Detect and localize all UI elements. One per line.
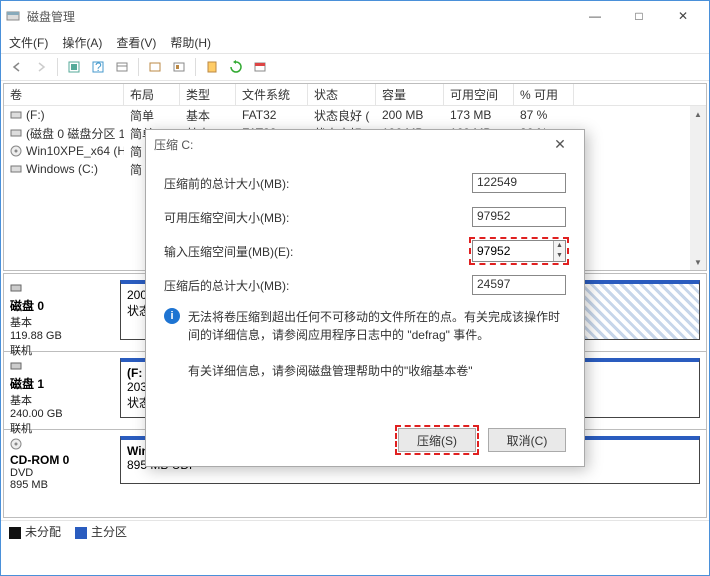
toolbar: ? <box>1 53 709 81</box>
dialog-title: 压缩 C: <box>154 136 544 153</box>
col-free[interactable]: 可用空间 <box>444 84 514 105</box>
shrink-amount-value[interactable] <box>473 244 553 258</box>
col-fs[interactable]: 文件系统 <box>236 84 308 105</box>
shrink-amount-input[interactable]: ▲▼ <box>472 240 566 262</box>
scroll-down-icon[interactable]: ▼ <box>690 254 706 270</box>
menu-action[interactable]: 操作(A) <box>62 34 102 51</box>
cd-icon <box>10 145 22 157</box>
menu-view[interactable]: 查看(V) <box>116 34 156 51</box>
disk-info: CD-ROM 0 DVD895 MB <box>4 436 120 492</box>
toolbar-btn-4[interactable] <box>145 57 165 77</box>
scroll-up-icon[interactable]: ▲ <box>690 106 706 122</box>
menu-file[interactable]: 文件(F) <box>9 34 48 51</box>
scrollbar[interactable]: ▲ ▼ <box>690 106 706 270</box>
info-text-2: 有关详细信息，请参阅磁盘管理帮助中的"收缩基本卷" <box>188 362 566 379</box>
toolbar-btn-5[interactable] <box>169 57 189 77</box>
window-titlebar: 磁盘管理 — □ ✕ <box>1 1 709 31</box>
legend: 未分配 主分区 <box>1 520 709 542</box>
label-shrink-input: 输入压缩空间量(MB)(E): <box>164 243 344 260</box>
total-after-field: 24597 <box>472 275 566 295</box>
volume-icon <box>10 109 22 121</box>
disk-icon <box>10 360 22 372</box>
legend-unallocated: 未分配 <box>9 523 61 540</box>
col-volume[interactable]: 卷 <box>4 84 124 105</box>
col-layout[interactable]: 布局 <box>124 84 180 105</box>
spinner-up-icon[interactable]: ▲ <box>554 241 565 251</box>
disk-mgmt-icon <box>5 8 21 24</box>
col-capacity[interactable]: 容量 <box>376 84 444 105</box>
volume-row[interactable]: (F:) 简单基本FAT32状态良好 (200 MB173 MB87 % <box>4 106 706 124</box>
disk-icon <box>10 282 22 294</box>
volume-icon <box>10 127 22 139</box>
shrink-button[interactable]: 压缩(S) <box>398 428 476 452</box>
toolbar-btn-help[interactable]: ? <box>88 57 108 77</box>
legend-primary: 主分区 <box>75 523 127 540</box>
toolbar-btn-6[interactable] <box>202 57 222 77</box>
toolbar-btn-8[interactable] <box>250 57 270 77</box>
shrink-dialog: 压缩 C: ✕ 压缩前的总计大小(MB): 122549 可用压缩空间大小(MB… <box>145 129 585 467</box>
total-before-field: 122549 <box>472 173 566 193</box>
svg-text:?: ? <box>95 60 102 74</box>
spinner-down-icon[interactable]: ▼ <box>554 251 565 261</box>
info-icon: i <box>164 308 180 324</box>
disk-info: 磁盘 1 基本240.00 GB联机 <box>4 358 120 423</box>
disk-info: 磁盘 0 基本119.88 GB联机 <box>4 280 120 345</box>
column-headers: 卷 布局 类型 文件系统 状态 容量 可用空间 % 可用 <box>4 84 706 106</box>
menu-help[interactable]: 帮助(H) <box>170 34 211 51</box>
back-button[interactable] <box>7 57 27 77</box>
col-percent[interactable]: % 可用 <box>514 84 574 105</box>
dialog-titlebar: 压缩 C: ✕ <box>146 130 584 158</box>
col-status[interactable]: 状态 <box>308 84 376 105</box>
cancel-button[interactable]: 取消(C) <box>488 428 566 452</box>
minimize-button[interactable]: — <box>573 2 617 30</box>
window-title: 磁盘管理 <box>27 8 573 25</box>
cd-drive-icon <box>10 438 22 450</box>
menubar: 文件(F) 操作(A) 查看(V) 帮助(H) <box>1 31 709 53</box>
dialog-close-button[interactable]: ✕ <box>544 136 576 153</box>
forward-button[interactable] <box>31 57 51 77</box>
label-total-before: 压缩前的总计大小(MB): <box>164 175 344 192</box>
maximize-button[interactable]: □ <box>617 2 661 30</box>
avail-shrink-field: 97952 <box>472 207 566 227</box>
volume-icon <box>10 163 22 175</box>
toolbar-btn-3[interactable] <box>112 57 132 77</box>
info-text-1: 无法将卷压缩到超出任何不可移动的文件所在的点。有关完成该操作时间的详细信息，请参… <box>188 308 566 344</box>
refresh-button[interactable] <box>226 57 246 77</box>
col-type[interactable]: 类型 <box>180 84 236 105</box>
label-avail-shrink: 可用压缩空间大小(MB): <box>164 209 344 226</box>
toolbar-btn-1[interactable] <box>64 57 84 77</box>
close-button[interactable]: ✕ <box>661 2 705 30</box>
label-total-after: 压缩后的总计大小(MB): <box>164 277 344 294</box>
